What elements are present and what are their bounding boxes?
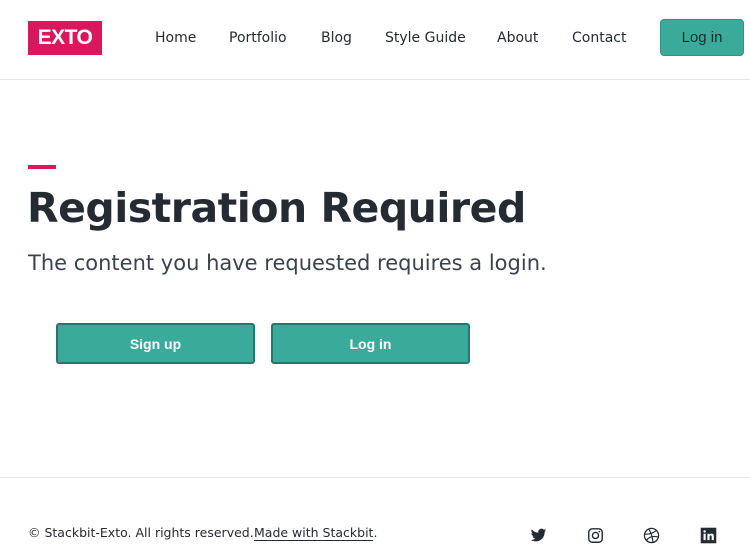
made-with-suffix: . — [373, 525, 378, 540]
header-login-button[interactable]: Log in — [660, 19, 744, 56]
nav-home[interactable]: Home — [155, 29, 196, 47]
instagram-icon — [587, 527, 603, 543]
page-title: Registration Required — [27, 184, 526, 232]
login-button[interactable]: Log in — [271, 323, 470, 364]
site-header: EXTO Home Portfolio Blog Style Guide Abo… — [0, 0, 750, 80]
nav-style-guide[interactable]: Style Guide — [385, 29, 466, 47]
nav-about[interactable]: About — [497, 29, 538, 47]
footer-divider — [0, 477, 750, 478]
accent-bar — [28, 165, 56, 169]
nav-portfolio[interactable]: Portfolio — [229, 29, 287, 47]
nav-contact[interactable]: Contact — [572, 29, 626, 47]
nav-blog[interactable]: Blog — [321, 29, 352, 47]
dribbble-icon — [643, 527, 659, 543]
linkedin-link[interactable] — [699, 526, 717, 544]
logo[interactable]: EXTO — [28, 21, 102, 55]
made-with-stackbit-link[interactable]: Made with Stackbit — [254, 525, 374, 541]
dribbble-link[interactable] — [642, 526, 660, 544]
linkedin-icon — [700, 527, 716, 543]
twitter-icon — [530, 528, 546, 541]
copyright-text: © Stackbit-Exto. All rights reserved. — [28, 525, 254, 540]
signup-button[interactable]: Sign up — [56, 323, 255, 364]
instagram-link[interactable] — [586, 526, 604, 544]
made-with: Made with Stackbit. — [254, 525, 378, 541]
page-subtitle: The content you have requested requires … — [28, 251, 547, 275]
twitter-link[interactable] — [529, 526, 547, 544]
